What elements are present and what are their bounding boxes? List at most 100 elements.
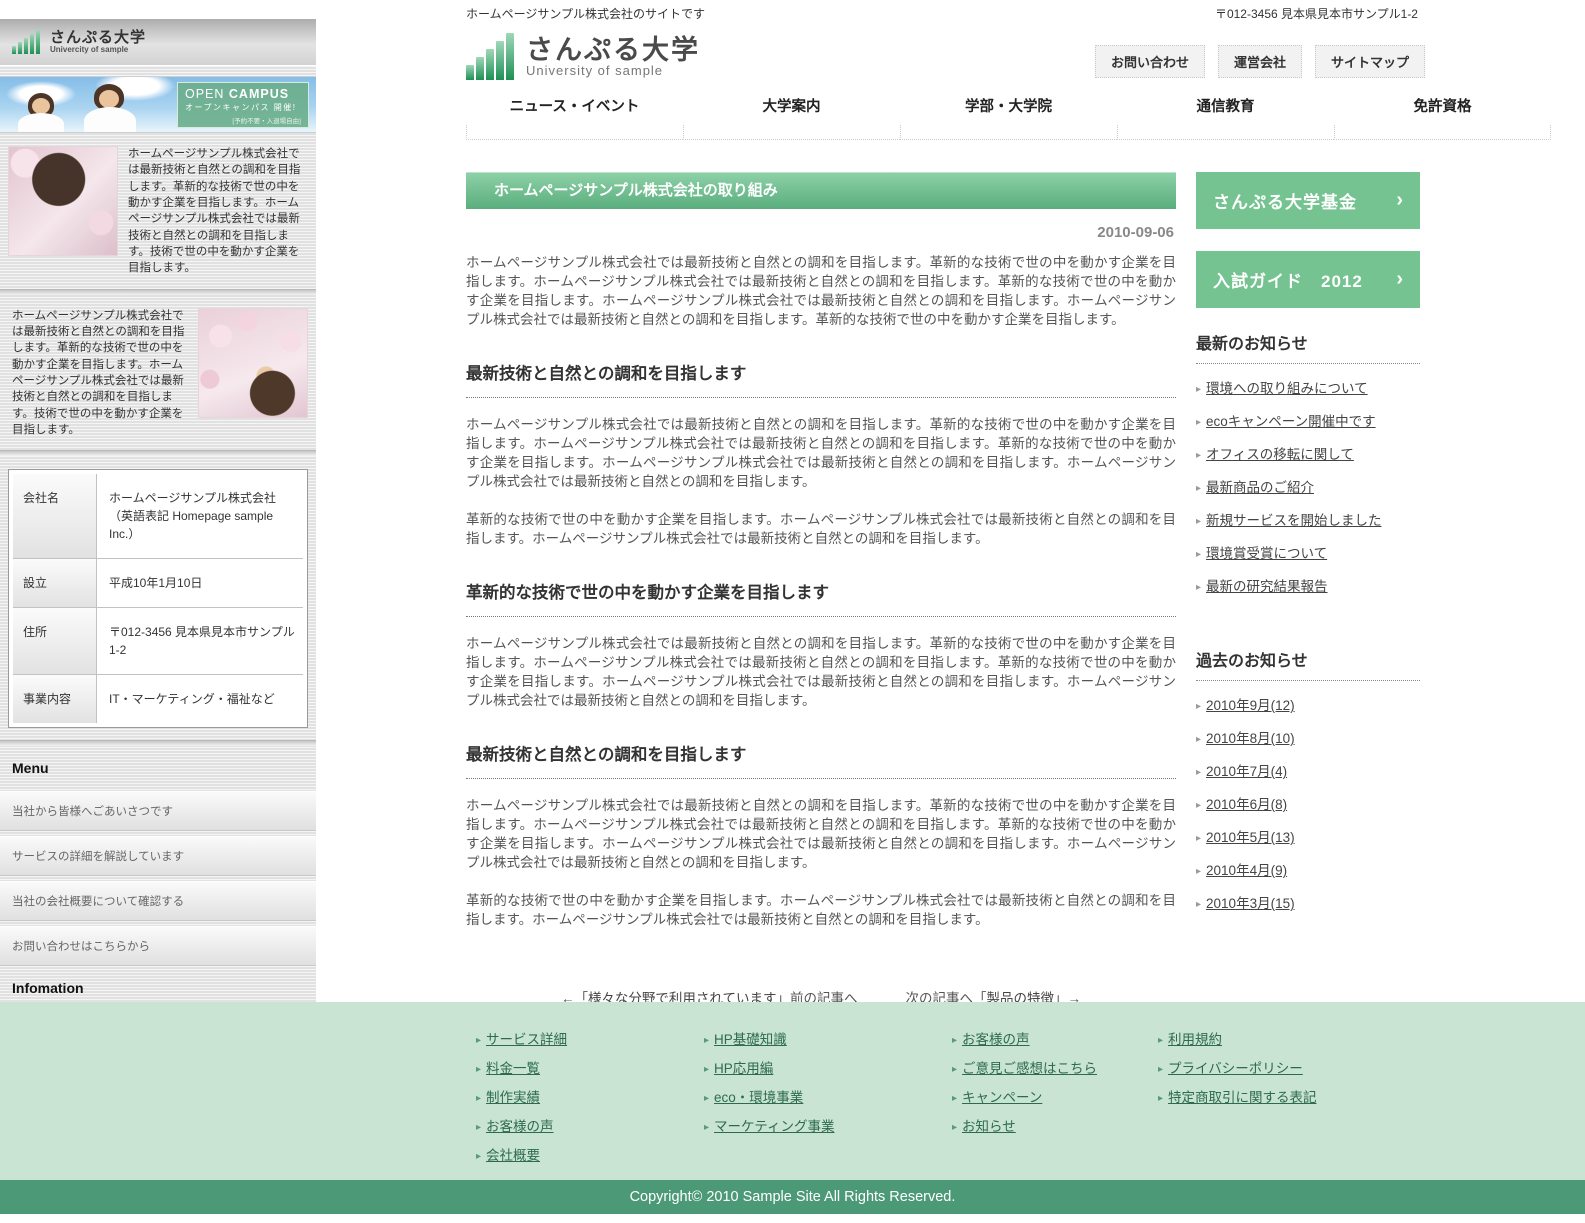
footer-link[interactable]: 特定商取引に関する表記 xyxy=(1168,1090,1317,1105)
footer-link[interactable]: HP応用編 xyxy=(714,1061,773,1076)
triangle-bullet-icon: ▸ xyxy=(1196,417,1201,428)
triangle-bullet-icon: ▸ xyxy=(1196,582,1201,593)
admission-guide-banner[interactable]: 入試ガイド 2012 › xyxy=(1196,251,1420,308)
sitemap-button[interactable]: サイトマップ xyxy=(1315,45,1425,78)
archive-link[interactable]: 2010年5月(13) xyxy=(1206,830,1295,845)
row-label: 住所 xyxy=(13,608,97,674)
footer-link[interactable]: キャンペーン xyxy=(962,1090,1042,1105)
person-photo-shape xyxy=(84,107,136,133)
news-link[interactable]: 最新商品のご紹介 xyxy=(1206,480,1314,495)
archive-link[interactable]: 2010年6月(8) xyxy=(1206,797,1287,812)
past-news-title: 過去のお知らせ xyxy=(1196,647,1420,681)
footer-link[interactable]: 制作実績 xyxy=(486,1090,540,1105)
sidebar-logo[interactable]: さんぷる大学 Univercity of sample xyxy=(0,19,316,66)
footer-link[interactable]: ご意見ご感想はこちら xyxy=(962,1061,1097,1076)
university-name: さんぷる大学 xyxy=(50,30,146,46)
news-link[interactable]: 環境賞受賞について xyxy=(1206,546,1327,561)
list-item: ▸ 最新の研究結果報告 xyxy=(1196,575,1420,595)
archive-link[interactable]: 2010年8月(10) xyxy=(1206,731,1295,746)
sidebar-menu-service[interactable]: サービスの詳細を解説しています xyxy=(0,836,316,876)
chevron-right-icon: › xyxy=(1396,189,1404,212)
footer-link[interactable]: 会社概要 xyxy=(486,1148,540,1163)
triangle-bullet-icon: ▸ xyxy=(1196,384,1201,395)
sidebar-top-space xyxy=(0,0,316,19)
table-row: 会社名 ホームページサンプル株式会社（英語表記 Homepage sample … xyxy=(13,474,303,559)
nav-item-news-events[interactable]: ニュース・イベント xyxy=(466,95,683,140)
open-campus-banner[interactable]: OPEN CAMPUS オープンキャンパス 開催! [予約不要・入退場自由] xyxy=(0,76,316,133)
list-item: ▸ 2010年4月(9) xyxy=(1196,859,1420,879)
footer-link[interactable]: HP基礎知識 xyxy=(714,1032,787,1047)
university-subtitle: Univercity of sample xyxy=(50,46,146,54)
triangle-bullet-icon: ▸ xyxy=(476,1064,481,1075)
news-link[interactable]: 新規サービスを開始しました xyxy=(1206,513,1382,528)
section-paragraph: ホームページサンプル株式会社では最新技術と自然との調和を目指します。革新的な技術… xyxy=(466,796,1176,872)
past-news-list: ▸2010年9月(12) ▸2010年8月(10) ▸2010年7月(4) ▸2… xyxy=(1196,694,1420,912)
footer-link[interactable]: 利用規約 xyxy=(1168,1032,1222,1047)
sidebar-menu-company[interactable]: 当社の会社概要について確認する xyxy=(0,881,316,921)
footer-link[interactable]: 料金一覧 xyxy=(486,1061,540,1076)
footer-link[interactable]: お客様の声 xyxy=(486,1119,554,1134)
list-item: ▸2010年7月(4) xyxy=(1196,760,1420,780)
university-subtitle: University of sample xyxy=(526,64,700,78)
archive-link[interactable]: 2010年4月(9) xyxy=(1206,863,1287,878)
divider xyxy=(0,289,316,295)
row-value: ホームページサンプル株式会社（英語表記 Homepage sample Inc.… xyxy=(97,474,303,558)
menu-title: Menu xyxy=(0,746,316,786)
triangle-bullet-icon: ▸ xyxy=(1196,866,1201,877)
triangle-bullet-icon: ▸ xyxy=(1196,483,1201,494)
nav-cell xyxy=(900,125,1117,140)
triangle-bullet-icon: ▸ xyxy=(952,1122,957,1133)
news-link[interactable]: 最新の研究結果報告 xyxy=(1206,579,1328,594)
triangle-bullet-icon: ▸ xyxy=(476,1093,481,1104)
news-link[interactable]: 環境への取り組みについて xyxy=(1206,381,1368,396)
nav-item-licenses[interactable]: 免許資格 xyxy=(1334,95,1551,140)
sidebar-menu-contact[interactable]: お問い合わせはこちらから xyxy=(0,926,316,966)
nav-item-correspondence[interactable]: 通信教育 xyxy=(1117,95,1334,140)
article-intro: ホームページサンプル株式会社では最新技術と自然との調和を目指します。革新的な技術… xyxy=(466,253,1176,329)
footer-column-legal: ▸利用規約 ▸プライバシーポリシー ▸特定商取引に関する表記 xyxy=(1158,1028,1317,1173)
university-fund-banner[interactable]: さんぷる大学基金 › xyxy=(1196,172,1420,229)
table-row: 住所 〒012-3456 見本県見本市サンプル1-2 xyxy=(13,608,303,675)
operating-company-button[interactable]: 運営会社 xyxy=(1218,45,1302,78)
list-item: ▸2010年6月(8) xyxy=(1196,793,1420,813)
triangle-bullet-icon: ▸ xyxy=(952,1093,957,1104)
list-item: ▸新規サービスを開始しました xyxy=(1196,509,1420,529)
nav-item-university-guide[interactable]: 大学案内 xyxy=(683,95,900,140)
footer-link[interactable]: お知らせ xyxy=(962,1119,1016,1134)
archive-link[interactable]: 2010年9月(12) xyxy=(1206,698,1295,713)
sidebar-menu-greeting[interactable]: 当社から皆様へごあいさつです xyxy=(0,791,316,831)
footer-link[interactable]: プライバシーポリシー xyxy=(1168,1061,1303,1076)
footer-link[interactable]: eco・環境事業 xyxy=(714,1090,803,1105)
news-link[interactable]: オフィスの移転に関して xyxy=(1206,447,1354,462)
nav-cell xyxy=(466,125,683,140)
triangle-bullet-icon: ▸ xyxy=(476,1035,481,1046)
list-item: ▸ 2010年5月(13) xyxy=(1196,826,1420,846)
triangle-bullet-icon: ▸ xyxy=(704,1093,709,1104)
footer-link[interactable]: お客様の声 xyxy=(962,1032,1030,1047)
header-buttons: お問い合わせ 運営会社 サイトマップ xyxy=(1095,45,1425,78)
nav-cell xyxy=(683,125,900,140)
open-campus-subtitle: オープンキャンパス 開催! xyxy=(185,102,301,113)
nav-cell xyxy=(1117,125,1334,140)
archive-link[interactable]: 2010年3月(15) xyxy=(1206,896,1295,911)
list-item: ▸ 制作実績 xyxy=(476,1086,704,1106)
university-name: さんぷる大学 xyxy=(526,36,700,64)
nav-item-faculties[interactable]: 学部・大学院 xyxy=(900,95,1117,140)
archive-link[interactable]: 2010年7月(4) xyxy=(1206,764,1287,779)
triangle-bullet-icon: ▸ xyxy=(1196,899,1201,910)
news-link[interactable]: ecoキャンペーン開催中です xyxy=(1206,414,1376,429)
chevron-right-icon: › xyxy=(1396,268,1404,291)
list-item: ▸会社概要 xyxy=(476,1144,704,1164)
company-info-table: 会社名 ホームページサンプル株式会社（英語表記 Homepage sample … xyxy=(8,469,308,728)
footer-link[interactable]: マーケティング事業 xyxy=(714,1119,834,1134)
triangle-bullet-icon: ▸ xyxy=(1196,833,1201,844)
header-logo[interactable]: さんぷる大学 University of sample xyxy=(466,33,700,80)
triangle-bullet-icon: ▸ xyxy=(1158,1064,1163,1075)
person-photo-shape xyxy=(99,90,119,108)
footer-link[interactable]: サービス詳細 xyxy=(486,1032,567,1047)
right-column: さんぷる大学基金 › 入試ガイド 2012 › 最新のお知らせ ▸環境への取り組… xyxy=(1196,172,1420,912)
contact-button[interactable]: お問い合わせ xyxy=(1095,45,1205,78)
blossom-photo xyxy=(198,308,308,418)
list-item: ▸ プライバシーポリシー xyxy=(1158,1057,1317,1077)
list-item: ▸2010年8月(10) xyxy=(1196,727,1420,747)
